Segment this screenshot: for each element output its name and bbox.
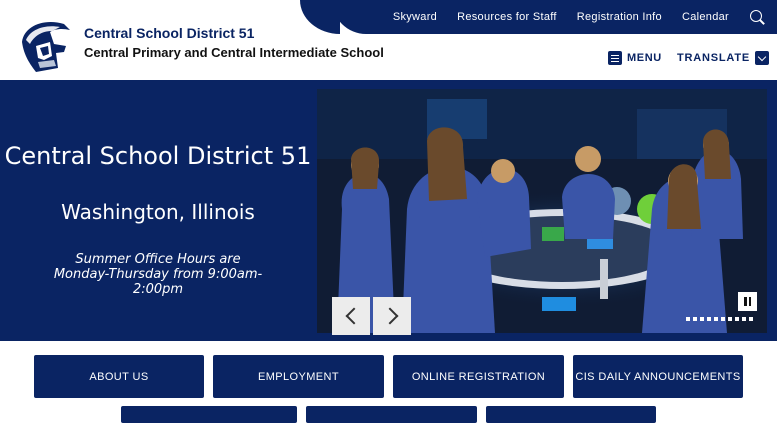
slide-dot[interactable] bbox=[728, 317, 732, 321]
slide-dot[interactable] bbox=[749, 317, 753, 321]
quick-link-button[interactable] bbox=[486, 406, 656, 423]
slide-dot[interactable] bbox=[721, 317, 725, 321]
hero-banner: Central School District 51 Washington, I… bbox=[0, 80, 777, 341]
page: Skyward Resources for Staff Registration… bbox=[0, 0, 777, 423]
hamburger-icon bbox=[608, 51, 622, 65]
cis-daily-announcements-button[interactable]: CIS DAILY ANNOUNCEMENTS bbox=[573, 355, 743, 398]
top-nav-resources-for-staff[interactable]: Resources for Staff bbox=[457, 11, 557, 23]
menu-button[interactable]: MENU bbox=[608, 51, 662, 65]
slideshow-dots bbox=[686, 317, 753, 321]
hero-subtitle: Washington, Illinois bbox=[61, 200, 255, 224]
quick-link-button[interactable] bbox=[306, 406, 477, 423]
translate-label: TRANSLATE bbox=[677, 52, 750, 64]
slide-dot[interactable] bbox=[714, 317, 718, 321]
employment-button[interactable]: EMPLOYMENT bbox=[213, 355, 384, 398]
spartan-helmet-logo[interactable] bbox=[14, 16, 76, 78]
slideshow-next-button[interactable] bbox=[373, 297, 411, 335]
search-icon[interactable] bbox=[749, 9, 765, 25]
slide-dot[interactable] bbox=[700, 317, 704, 321]
site-header: Skyward Resources for Staff Registration… bbox=[0, 0, 777, 80]
quick-link-button[interactable] bbox=[121, 406, 297, 423]
top-nav-calendar[interactable]: Calendar bbox=[682, 11, 729, 23]
office-hours-notice: Summer Office Hours are Monday-Thursday … bbox=[53, 252, 263, 297]
translate-button[interactable]: TRANSLATE bbox=[677, 51, 769, 65]
hero-title: Central School District 51 bbox=[4, 142, 312, 170]
about-us-button[interactable]: ABOUT US bbox=[34, 355, 204, 398]
slide-dot[interactable] bbox=[693, 317, 697, 321]
slide-dot[interactable] bbox=[686, 317, 690, 321]
top-nav: Skyward Resources for Staff Registration… bbox=[393, 0, 765, 34]
slide-dot[interactable] bbox=[735, 317, 739, 321]
menu-label: MENU bbox=[627, 52, 662, 64]
slide-dot[interactable] bbox=[742, 317, 746, 321]
slideshow-previous-button[interactable] bbox=[332, 297, 370, 335]
school-name: Central Primary and Central Intermediate… bbox=[84, 45, 384, 60]
chevron-down-icon bbox=[755, 51, 769, 65]
pause-icon[interactable] bbox=[738, 292, 757, 311]
top-nav-skyward[interactable]: Skyward bbox=[393, 11, 437, 23]
top-nav-registration-info[interactable]: Registration Info bbox=[577, 11, 662, 23]
top-nav-bar: Skyward Resources for Staff Registration… bbox=[300, 0, 777, 34]
slide-dot[interactable] bbox=[707, 317, 711, 321]
district-name[interactable]: Central School District 51 bbox=[84, 25, 254, 41]
online-registration-button[interactable]: ONLINE REGISTRATION bbox=[393, 355, 564, 398]
